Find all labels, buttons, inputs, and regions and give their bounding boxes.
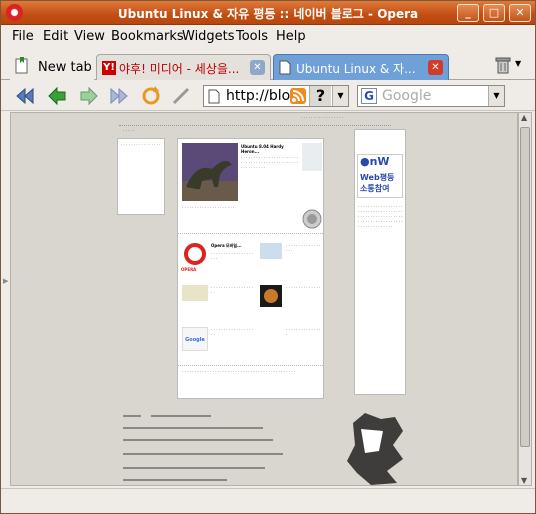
edit-pen-icon[interactable] bbox=[169, 84, 193, 108]
post2-title[interactable]: Opera 모바일... bbox=[211, 243, 251, 248]
google-thumbnail: Google bbox=[182, 327, 208, 351]
post6-text: · · · · · · · · · · · · · · · · · · · bbox=[211, 327, 253, 337]
search-field[interactable]: G Google ▼ bbox=[357, 85, 505, 107]
web-equality-badge[interactable]: ●nW Web평등 소통참여 bbox=[357, 154, 403, 198]
tab-yahoo[interactable]: Y! 야후! 미디어 - 세상을... ✕ bbox=[96, 54, 271, 80]
minimize-button[interactable]: _ bbox=[457, 4, 479, 22]
menu-help[interactable]: Help bbox=[276, 29, 306, 44]
opera-logo-image bbox=[184, 243, 206, 265]
opera-logo-label: OPERA bbox=[181, 267, 197, 272]
right-sidebar-links: · · · · · · · · · · · · · · · · · · · · … bbox=[358, 204, 403, 229]
scroll-thumb[interactable] bbox=[520, 127, 530, 447]
tab-new[interactable]: New tab bbox=[10, 54, 94, 80]
post3-thumbnail bbox=[260, 243, 282, 259]
yahoo-icon: Y! bbox=[102, 61, 116, 75]
blog-top-links: · · · · · · · · · · · · · · · · · bbox=[301, 115, 343, 120]
recent-links-list: · · · · · · · · · · · · · · · · · · · · … bbox=[182, 369, 296, 374]
maximize-button[interactable]: □ bbox=[483, 4, 505, 22]
status-bar bbox=[1, 488, 535, 513]
search-dropdown-chevron-icon[interactable]: ▼ bbox=[488, 86, 504, 106]
badge-line2: 소통참여 bbox=[360, 184, 390, 193]
menu-tools[interactable]: Tools bbox=[236, 29, 268, 44]
post7-text: · · · · · · · · · · · · · · · bbox=[286, 327, 321, 337]
forward-icon[interactable] bbox=[77, 84, 101, 108]
badge-line1: Web평등 bbox=[360, 173, 395, 182]
rewind-icon[interactable] bbox=[13, 84, 37, 108]
rss-feed-icon[interactable] bbox=[290, 88, 306, 104]
search-placeholder: Google bbox=[382, 88, 432, 104]
post1-title[interactable]: Ubuntu 8.04 Hardy Heron... bbox=[241, 144, 291, 154]
page-icon bbox=[208, 89, 220, 104]
menu-bookmarks[interactable]: Bookmarks bbox=[111, 29, 184, 44]
panel-toggle-icon[interactable]: ▶ bbox=[3, 277, 8, 285]
close-button[interactable]: ✕ bbox=[509, 4, 531, 22]
post1-caption: · · · · · · · · · · · · · · · · · · · · … bbox=[182, 205, 235, 210]
main-column: Ubuntu 8.04 Hardy Heron... · · · · · · ·… bbox=[177, 138, 324, 399]
window-title: Ubuntu Linux & 자유 평등 :: 네이버 블로그 - Opera bbox=[117, 7, 419, 21]
post-image-dinosaur bbox=[182, 143, 238, 201]
post4-thumbnail bbox=[182, 285, 208, 301]
tab-ubuntu-close-icon[interactable]: ✕ bbox=[428, 60, 443, 75]
vertical-scrollbar[interactable]: ▲ ▼ bbox=[518, 112, 532, 486]
tab-yahoo-close-icon[interactable]: ✕ bbox=[250, 60, 265, 75]
address-field[interactable]: http://blo ? ▼ bbox=[203, 85, 349, 107]
menu-widgets[interactable]: Widgets bbox=[182, 29, 235, 44]
seal-image bbox=[302, 209, 322, 229]
scrambled-overlay-image bbox=[347, 413, 403, 485]
reload-icon[interactable] bbox=[139, 84, 163, 108]
site-info-icon[interactable]: ? bbox=[309, 86, 331, 106]
scroll-up-arrow-icon[interactable]: ▲ bbox=[521, 113, 527, 122]
tab-bar: New tab Y! 야후! 미디어 - 세상을... ✕ Ubuntu Lin… bbox=[1, 50, 535, 80]
address-dropdown-chevron-icon[interactable]: ▼ bbox=[332, 86, 348, 106]
divider bbox=[178, 365, 323, 366]
post3-text: · · · · · · · · · · · · · · · · · bbox=[286, 243, 321, 253]
menu-edit[interactable]: Edit bbox=[43, 29, 68, 44]
menu-bar: File Edit View Bookmarks Widgets Tools H… bbox=[1, 26, 535, 48]
post1-text: · · · · · · · · · · · · · · · · · · · · … bbox=[241, 155, 299, 170]
browser-window: Ubuntu Linux & 자유 평등 :: 네이버 블로그 - Opera … bbox=[0, 0, 536, 514]
post5-text: · · · · · · · · · · · · · · bbox=[286, 285, 321, 290]
fast-forward-icon[interactable] bbox=[107, 84, 131, 108]
page-viewport[interactable]: · · · · · · · · · · · · · · · · · · · · … bbox=[10, 112, 518, 486]
badge-logo-icon: ●nW bbox=[360, 155, 390, 168]
right-sidebar: ●nW Web평등 소통참여 · · · · · · · · · · · · ·… bbox=[354, 129, 406, 395]
address-value: http://blo bbox=[226, 88, 290, 104]
tab-ubuntu[interactable]: Ubuntu Linux & 자... ✕ bbox=[273, 54, 449, 80]
post2-text: · · · · · · · · · · · · · · · · · · · · bbox=[211, 251, 253, 261]
post5-thumbnail bbox=[260, 285, 282, 307]
google-engine-icon[interactable]: G bbox=[361, 88, 377, 104]
post1-thumbnail bbox=[302, 143, 322, 171]
menu-file[interactable]: File bbox=[12, 29, 34, 44]
trash-icon[interactable] bbox=[495, 56, 511, 74]
post4-text: · · · · · · · · · · · · · · · · · · · bbox=[211, 285, 253, 295]
scroll-down-arrow-icon[interactable]: ▼ bbox=[521, 476, 527, 485]
back-icon[interactable] bbox=[45, 84, 69, 108]
trash-menu-chevron-icon[interactable]: ▼ bbox=[515, 59, 521, 68]
left-sidebar: · · · · · · · · · · · · · · · · · · · · … bbox=[117, 138, 165, 215]
title-bar[interactable]: Ubuntu Linux & 자유 평등 :: 네이버 블로그 - Opera … bbox=[1, 1, 535, 25]
page-icon bbox=[279, 60, 291, 75]
new-tab-icon bbox=[15, 57, 28, 74]
blog-nav-links: · · · · · bbox=[123, 128, 135, 133]
tab-ubuntu-label: Ubuntu Linux & 자... bbox=[296, 62, 416, 76]
tab-yahoo-label: 야후! 미디어 - 세상을... bbox=[119, 62, 240, 76]
menu-view[interactable]: View bbox=[74, 29, 105, 44]
tab-new-label: New tab bbox=[38, 60, 92, 75]
divider bbox=[178, 233, 323, 234]
